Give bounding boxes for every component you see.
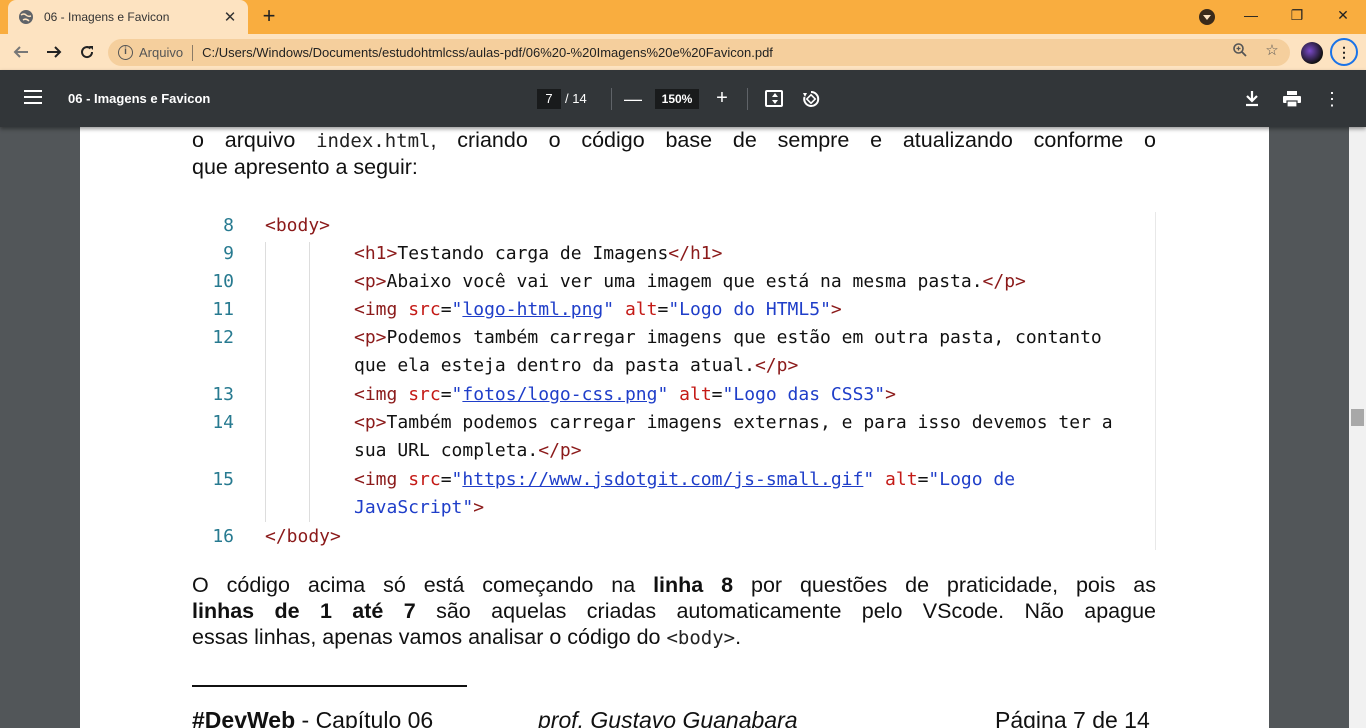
browser-menu-icon[interactable]: ⋮ bbox=[1330, 38, 1358, 66]
explanation-paragraph: O código acima só está começando na linh… bbox=[192, 573, 1156, 649]
bookmark-star-icon[interactable]: ☆ bbox=[1263, 41, 1281, 59]
code-line: <body> bbox=[265, 215, 331, 236]
code-line: <img src="fotos/logo-css.png" alt="Logo … bbox=[354, 384, 896, 405]
page-total: / 14 bbox=[565, 91, 587, 106]
footer-divider bbox=[192, 685, 467, 687]
code-line: <p>Podemos também carregar imagens que e… bbox=[354, 327, 1102, 348]
address-bar[interactable]: i Arquivo C:/Users/Windows/Documents/est… bbox=[108, 39, 1290, 66]
restore-button[interactable]: ❐ bbox=[1274, 0, 1320, 30]
line-number: 16 bbox=[212, 526, 234, 547]
code-line-wrap: sua URL completa.</p> bbox=[354, 440, 582, 461]
code-line-wrap: que ela esteja dentro da pasta atual.</p… bbox=[354, 355, 799, 376]
footer-page: Página 7 de 14 bbox=[995, 707, 1150, 728]
minimize-button[interactable]: — bbox=[1228, 0, 1274, 30]
avatar[interactable] bbox=[1301, 42, 1323, 64]
code-line: <p>Também podemos carregar imagens exter… bbox=[354, 412, 1113, 433]
forward-arrow-icon[interactable] bbox=[42, 40, 66, 64]
line-number: 14 bbox=[212, 412, 234, 433]
rotate-icon[interactable] bbox=[800, 88, 822, 110]
code-line: <img src="logo-html.png" alt="Logo do HT… bbox=[354, 299, 842, 320]
tab-strip: 06 - Imagens e Favicon ✕ + — ❐ ✕ bbox=[0, 0, 1366, 34]
toolbar: i Arquivo C:/Users/Windows/Documents/est… bbox=[0, 34, 1366, 70]
pdf-page: p o arquivo index.html, criando o código… bbox=[80, 127, 1269, 728]
footer-chapter: #DevWeb - Capítulo 06 bbox=[192, 707, 434, 728]
address-url[interactable]: C:/Users/Windows/Documents/estudohtmlcss… bbox=[202, 45, 773, 60]
intro-paragraph: o arquivo index.html, criando o código b… bbox=[192, 127, 1156, 180]
pdf-toolbar: 06 - Imagens e Favicon 7 / 14 — 150% + ⋮ bbox=[0, 70, 1366, 127]
code-block: 8 <body> 9 <h1>Testando carga de Imagens… bbox=[192, 212, 1156, 550]
line-number: 9 bbox=[223, 243, 234, 264]
scrollbar-thumb[interactable] bbox=[1351, 409, 1364, 426]
inline-code: index.html bbox=[316, 130, 431, 152]
footer-author: prof. Gustavo Guanabara bbox=[538, 707, 798, 728]
code-line: <p>Abaixo você vai ver uma imagem que es… bbox=[354, 271, 1026, 292]
reload-icon[interactable] bbox=[75, 40, 99, 64]
tab-search-icon[interactable] bbox=[1199, 9, 1215, 25]
new-tab-button[interactable]: + bbox=[258, 5, 280, 28]
zoom-in-button[interactable]: + bbox=[712, 88, 732, 108]
divider bbox=[192, 44, 194, 61]
tab-title: 06 - Imagens e Favicon bbox=[44, 10, 170, 24]
download-icon[interactable] bbox=[1240, 87, 1264, 111]
more-options-icon[interactable]: ⋮ bbox=[1320, 87, 1344, 111]
scrollbar[interactable] bbox=[1349, 127, 1366, 728]
intro-text: o arquivo bbox=[192, 128, 296, 152]
menu-icon[interactable] bbox=[24, 90, 42, 104]
line-number: 8 bbox=[223, 215, 234, 236]
line-number: 10 bbox=[212, 271, 234, 292]
divider bbox=[747, 88, 748, 110]
pdf-viewport[interactable]: p o arquivo index.html, criando o código… bbox=[0, 127, 1366, 728]
divider bbox=[611, 88, 612, 110]
indent-guide bbox=[265, 242, 266, 522]
zoom-icon[interactable] bbox=[1231, 41, 1249, 59]
page-number-input[interactable]: 7 bbox=[537, 89, 561, 109]
tab-close-icon[interactable]: ✕ bbox=[222, 8, 238, 26]
zoom-input[interactable]: 150% bbox=[655, 89, 699, 109]
intro-text: que apresento a seguir: bbox=[192, 155, 418, 179]
line-number: 13 bbox=[212, 384, 234, 405]
pdf-title: 06 - Imagens e Favicon bbox=[68, 91, 211, 106]
line-number: 11 bbox=[212, 299, 234, 320]
code-line: </body> bbox=[265, 526, 341, 547]
address-scheme: Arquivo bbox=[139, 45, 184, 60]
line-number: 12 bbox=[212, 327, 234, 348]
indent-guide bbox=[309, 242, 310, 522]
intro-text: , criando o código base de sempre e atua… bbox=[430, 128, 1157, 152]
code-line-wrap: JavaScript"> bbox=[354, 497, 485, 518]
globe-icon bbox=[18, 9, 34, 25]
browser-tab[interactable]: 06 - Imagens e Favicon ✕ bbox=[8, 0, 248, 34]
code-line: <img src="https://www.jsdotgit.com/js-sm… bbox=[354, 469, 1016, 490]
close-window-button[interactable]: ✕ bbox=[1320, 0, 1366, 30]
back-arrow-icon[interactable] bbox=[9, 40, 33, 64]
line-number: 15 bbox=[212, 469, 234, 490]
print-icon[interactable] bbox=[1280, 87, 1304, 111]
info-icon[interactable]: i bbox=[118, 45, 133, 60]
code-line: <h1>Testando carga de Imagens</h1> bbox=[354, 243, 723, 264]
zoom-out-button[interactable]: — bbox=[624, 89, 642, 109]
fit-to-page-icon[interactable] bbox=[765, 90, 783, 107]
